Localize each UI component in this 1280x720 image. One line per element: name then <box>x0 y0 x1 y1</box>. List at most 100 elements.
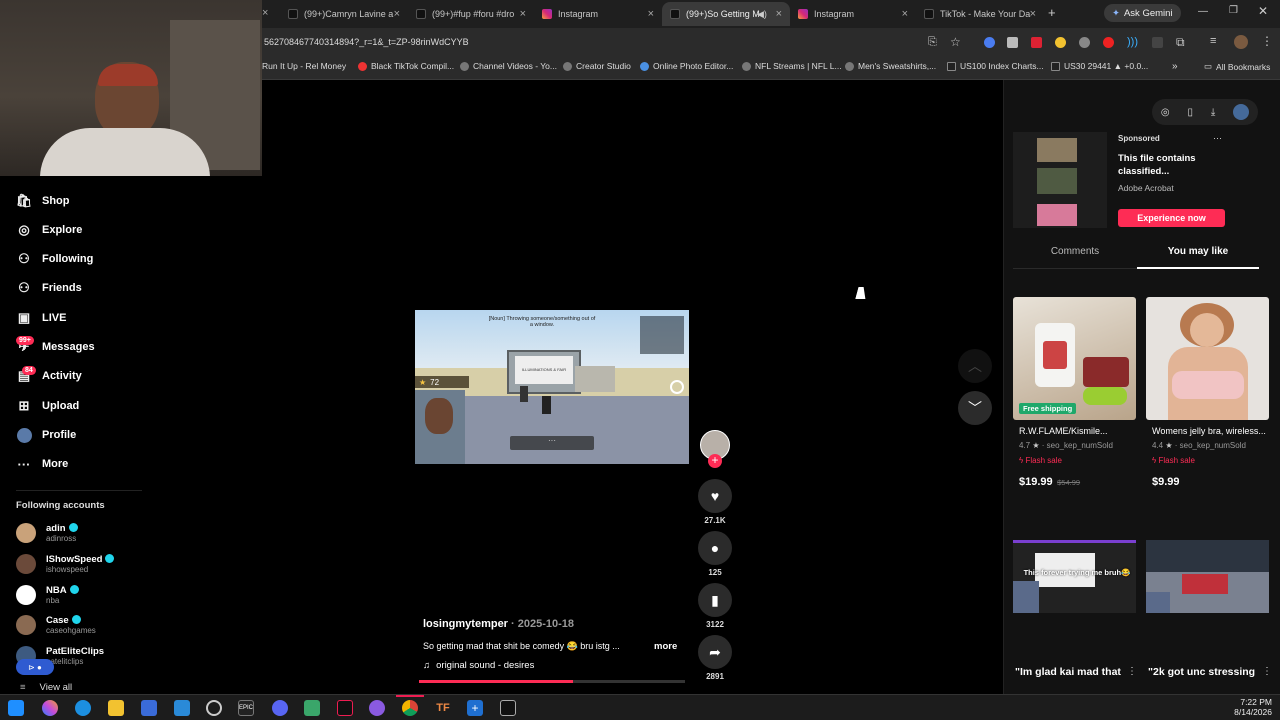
related-video-menu-icon[interactable]: ⋮ <box>1127 666 1137 677</box>
share-button[interactable]: ➦ <box>698 635 732 669</box>
related-video-caption[interactable]: "2k got unc stressing <box>1148 666 1255 678</box>
extension-icon[interactable] <box>984 37 995 48</box>
sidebar-item-shop[interactable]: 🛍 Shop <box>16 193 70 209</box>
app-icon[interactable]: + <box>467 700 483 716</box>
ask-gemini-button[interactable]: ✦ Ask Gemini <box>1104 4 1181 22</box>
bookmark-item[interactable]: Black TikTok Compil... <box>358 61 454 71</box>
browser-tab[interactable]: (99+)Camryn Lavine a × <box>280 2 408 26</box>
floating-extension-button[interactable]: ⊳ ● <box>16 659 54 675</box>
tab-comments[interactable]: Comments <box>1013 246 1137 257</box>
ad-title[interactable]: This file contains classified... <box>1118 153 1218 179</box>
product-card-image[interactable]: Free shipping <box>1013 297 1136 420</box>
video-sound[interactable]: ♫ original sound - desires <box>423 660 534 671</box>
video-player[interactable]: ILLUMINATIONS & FAIR [Noun] Throwing som… <box>415 310 689 464</box>
browser-tab[interactable]: Instagram × <box>534 2 662 26</box>
close-tab-icon[interactable]: × <box>394 8 400 20</box>
sidebar-item-explore[interactable]: ◎ Explore <box>16 222 82 238</box>
related-video-caption[interactable]: "Im glad kai mad that <box>1015 666 1121 678</box>
restore-icon[interactable]: ❐ <box>1229 5 1238 16</box>
app-icon[interactable] <box>369 700 385 716</box>
following-account[interactable]: Case caseohgames <box>16 615 96 635</box>
product-title[interactable]: Womens jelly bra, wireless... <box>1152 426 1266 436</box>
ad-thumbnail[interactable] <box>1013 132 1107 228</box>
phone-icon[interactable]: ▯ <box>1187 107 1193 118</box>
product-title[interactable]: R.W.FLAME/Kismile... <box>1019 426 1108 436</box>
kebab-menu-icon[interactable]: ⋮ <box>1261 34 1273 48</box>
ad-menu-icon[interactable]: ··· <box>1213 133 1222 143</box>
related-video-thumbnail[interactable]: This forever trying me bruh😂 <box>1013 540 1136 613</box>
discord-icon[interactable] <box>272 700 288 716</box>
app-icon[interactable]: TF <box>435 700 451 716</box>
windows-start-icon[interactable] <box>8 700 24 716</box>
ad-cta-button[interactable]: Experience now <box>1118 209 1225 227</box>
following-account[interactable]: IShowSpeed ishowspeed <box>16 554 115 574</box>
bookmark-item[interactable]: NFL Streams | NFL L... <box>742 61 842 71</box>
browser-tab[interactable]: TikTok - Make Your Da × <box>916 2 1044 26</box>
close-window-icon[interactable]: ✕ <box>1258 4 1268 18</box>
bookmark-item[interactable]: Channel Videos - Yo... <box>460 61 557 71</box>
sidebar-item-live[interactable]: ▣ LIVE <box>16 310 67 326</box>
close-tab-icon[interactable]: × <box>776 8 782 20</box>
compass-icon[interactable]: ◎ <box>1161 107 1170 118</box>
bookmark-item[interactable]: US30 29441 ▲ +0.0... <box>1051 61 1148 71</box>
microsoft-store-icon[interactable] <box>141 700 157 716</box>
speaker-icon[interactable]: ◀) <box>757 9 767 20</box>
sidebar-item-following[interactable]: ⚇ Following <box>16 251 93 267</box>
extension-icon[interactable] <box>1031 37 1042 48</box>
following-account[interactable]: NBA nba <box>16 585 79 605</box>
related-video-menu-icon[interactable]: ⋮ <box>1262 666 1272 677</box>
close-tab-icon[interactable]: × <box>902 8 908 20</box>
video-author[interactable]: losingmytemper · 2025-10-18 <box>423 618 574 630</box>
follow-plus-button[interactable]: + <box>708 454 722 468</box>
browser-tab[interactable]: (99+)#fup #foru #dro × <box>408 2 534 26</box>
previous-video-button[interactable]: ︿ <box>958 349 992 383</box>
bookmarks-overflow-icon[interactable]: » <box>1172 61 1178 72</box>
browser-tab[interactable]: Instagram × <box>790 2 916 26</box>
app-icon[interactable] <box>500 700 516 716</box>
browser-tab-active[interactable]: (99+)So Getting M ◀) × <box>662 2 790 26</box>
bookmark-item[interactable]: Creator Studio <box>563 61 631 71</box>
puzzle-icon[interactable]: ⧉ <box>1176 35 1185 50</box>
close-tab-icon[interactable]: × <box>1030 8 1036 20</box>
user-avatar[interactable] <box>1233 104 1250 120</box>
bookmark-star-icon[interactable]: ☆ <box>950 35 961 49</box>
file-explorer-icon[interactable] <box>108 700 124 716</box>
sidebar-item-more[interactable]: ··· More <box>16 456 69 472</box>
profile-avatar[interactable] <box>1234 35 1248 49</box>
save-button[interactable]: ▮ <box>698 583 732 617</box>
video-progress-track[interactable] <box>419 680 685 683</box>
new-tab-button[interactable]: + <box>1048 5 1056 20</box>
next-video-button[interactable]: ﹀ <box>958 391 992 425</box>
extension-icon[interactable] <box>1007 37 1018 48</box>
chrome-icon[interactable] <box>402 700 418 716</box>
extension-icon[interactable] <box>1055 37 1066 48</box>
extension-icon[interactable] <box>1152 37 1163 48</box>
like-button[interactable]: ♥ <box>698 479 732 513</box>
mail-icon[interactable] <box>174 700 190 716</box>
replay-icon[interactable] <box>670 380 684 394</box>
close-tab-icon[interactable]: × <box>520 8 526 20</box>
caption-more-button[interactable]: more <box>654 641 677 652</box>
view-all-button[interactable]: ≡ View all <box>20 682 72 693</box>
close-tab-icon[interactable]: × <box>648 8 654 20</box>
taskbar-clock[interactable]: 7:22 PM 8/14/2026 <box>1208 697 1272 717</box>
minimize-icon[interactable]: — <box>1198 6 1208 17</box>
sidebar-item-friends[interactable]: ⚇ Friends <box>16 280 82 296</box>
bookmark-item[interactable]: Men's Sweatshirts,... <box>845 61 936 71</box>
sidebar-item-upload[interactable]: ⊞ Upload <box>16 398 80 414</box>
following-account[interactable]: adin adinross <box>16 523 78 543</box>
bookmark-item[interactable]: US100 Index Charts... <box>947 61 1044 71</box>
related-video-thumbnail[interactable] <box>1146 540 1269 613</box>
copilot-icon[interactable] <box>42 700 58 716</box>
bookmark-item[interactable]: Run It Up - Rel Money <box>262 61 346 71</box>
sidebar-item-profile[interactable]: Profile <box>16 427 76 443</box>
install-icon[interactable]: ⎘ <box>928 36 937 49</box>
all-bookmarks[interactable]: ▭ All Bookmarks <box>1204 61 1270 72</box>
tiktok-icon[interactable] <box>337 700 353 716</box>
steam-icon[interactable] <box>206 700 222 716</box>
bookmark-item[interactable]: Online Photo Editor... <box>640 61 733 71</box>
extension-icon[interactable] <box>1079 37 1090 48</box>
extension-icon[interactable]: ))) <box>1127 36 1138 48</box>
url-field[interactable]: 562708467740314894?_r=1&_t=ZP-98rinWdCYY… <box>264 37 469 47</box>
close-tab-icon[interactable]: × <box>262 7 268 19</box>
